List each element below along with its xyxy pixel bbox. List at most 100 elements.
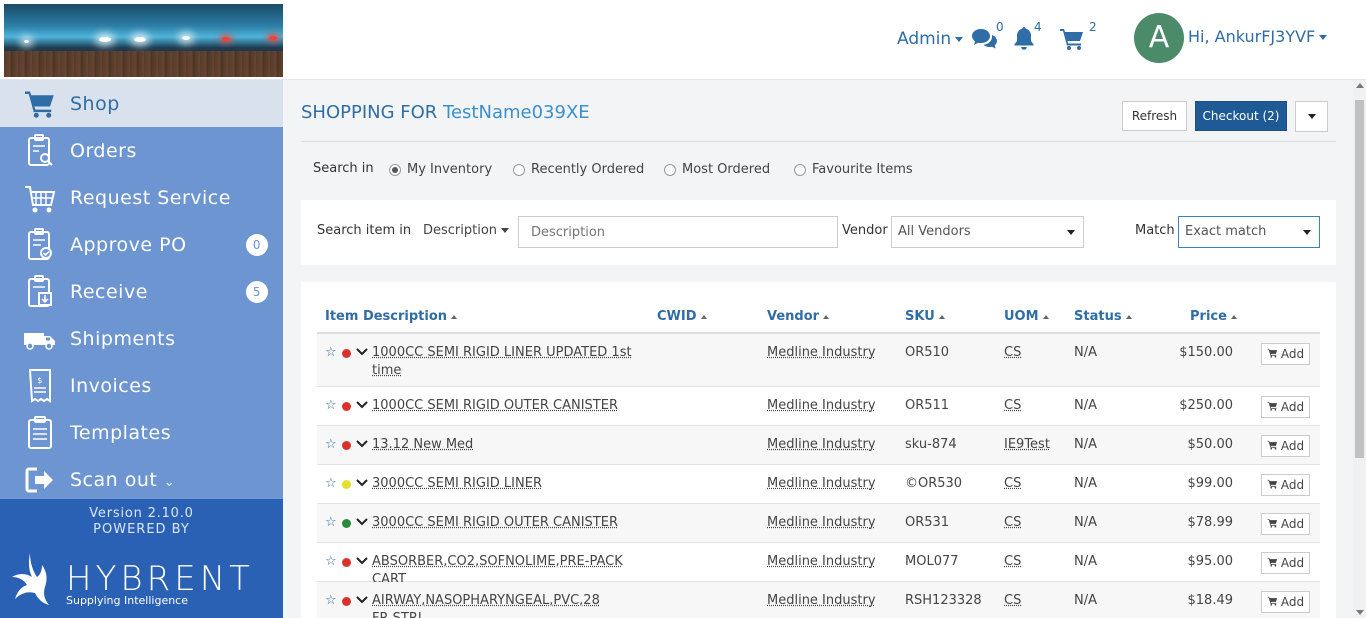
chevron-down-icon[interactable]: [356, 438, 368, 453]
sidebar-item-templates[interactable]: Templates: [0, 409, 283, 456]
favorite-star-icon[interactable]: ☆: [325, 437, 337, 452]
item-sku: OR531: [905, 515, 950, 530]
favorite-star-icon[interactable]: ☆: [325, 593, 337, 608]
item-description-link[interactable]: AIRWAY,NASOPHARYNGEAL,PVC,28 FR,STRL: [372, 592, 642, 618]
user-menu[interactable]: Hi, AnkurFJ3YVF: [1188, 27, 1328, 46]
checkout-button[interactable]: Checkout (2): [1195, 101, 1287, 131]
table-row: ☆ 3000CC SEMI RIGID LINER Medline Industry…: [317, 465, 1320, 504]
vendor-select[interactable]: All Vendors: [891, 216, 1084, 248]
item-description-link[interactable]: 1000CC SEMI RIGID LINER UPDATED 1st time: [372, 344, 642, 380]
more-options-button[interactable]: [1295, 101, 1328, 132]
item-vendor[interactable]: Medline Industry: [767, 398, 876, 413]
radio-favourite-items[interactable]: Favourite Items: [794, 162, 913, 177]
refresh-button[interactable]: Refresh: [1122, 101, 1187, 131]
sidebar-item-invoices[interactable]: $ Invoices: [0, 362, 283, 409]
item-uom[interactable]: CS: [1004, 554, 1021, 569]
sidebar-item-shop[interactable]: Shop: [0, 80, 283, 127]
column-header-price[interactable]: Price: [1190, 309, 1237, 324]
sidebar-item-scan-out[interactable]: Scan out ⌄: [0, 456, 283, 503]
column-header-status[interactable]: Status: [1074, 309, 1132, 324]
column-label: Item Description: [325, 309, 448, 324]
item-vendor[interactable]: Medline Industry: [767, 593, 876, 608]
item-uom[interactable]: CS: [1004, 515, 1021, 530]
vertical-scrollbar[interactable]: [1353, 80, 1366, 618]
column-header-item-description[interactable]: Item Description: [325, 309, 458, 324]
radio-label: Recently Ordered: [531, 162, 645, 177]
item-status: N/A: [1074, 593, 1097, 608]
match-select[interactable]: Exact match: [1178, 216, 1320, 248]
add-to-cart-button[interactable]: Add: [1261, 343, 1310, 365]
cart-icon: [1267, 595, 1278, 609]
items-table: Item Description CWID Vendor SKU UOM Sta…: [301, 282, 1336, 618]
favorite-star-icon[interactable]: ☆: [325, 554, 337, 569]
status-dot: [342, 558, 351, 567]
sidebar-item-label: Receive: [70, 280, 148, 303]
favorite-star-icon[interactable]: ☆: [325, 345, 337, 360]
item-uom[interactable]: IE9Test: [1004, 437, 1050, 452]
item-vendor[interactable]: Medline Industry: [767, 554, 876, 569]
cart-icon[interactable]: [1059, 27, 1085, 55]
comments-icon[interactable]: [971, 27, 999, 55]
item-uom[interactable]: CS: [1004, 398, 1021, 413]
search-field-dropdown[interactable]: Description: [423, 223, 510, 238]
template-icon: [22, 415, 58, 451]
chevron-down-icon[interactable]: [356, 399, 368, 414]
chevron-down-icon[interactable]: [356, 555, 368, 570]
sort-icon: [700, 314, 707, 319]
item-description-link[interactable]: 3000CC SEMI RIGID LINER: [372, 475, 642, 493]
sidebar-item-approve-po[interactable]: Approve PO 0: [0, 221, 283, 268]
column-header-uom[interactable]: UOM: [1004, 309, 1049, 324]
radio-label: Favourite Items: [812, 162, 913, 177]
chevron-down-icon[interactable]: [356, 346, 368, 361]
item-uom[interactable]: CS: [1004, 593, 1021, 608]
add-to-cart-button[interactable]: Add: [1261, 474, 1310, 496]
chevron-down-icon[interactable]: [356, 477, 368, 492]
item-vendor[interactable]: Medline Industry: [767, 345, 876, 360]
sort-icon: [1125, 314, 1132, 319]
admin-menu[interactable]: Admin: [897, 29, 964, 49]
radio-most-ordered[interactable]: Most Ordered: [664, 162, 770, 177]
item-vendor[interactable]: Medline Industry: [767, 437, 876, 452]
radio-button: [794, 163, 806, 176]
description-search-input[interactable]: [518, 216, 838, 248]
add-to-cart-button[interactable]: Add: [1261, 591, 1310, 613]
sidebar-item-request-service[interactable]: Request Service: [0, 174, 283, 221]
item-status: N/A: [1074, 345, 1097, 360]
add-to-cart-button[interactable]: Add: [1261, 435, 1310, 457]
item-description-link[interactable]: 13.12 New Med: [372, 436, 642, 454]
approve-clipboard-icon: [22, 227, 58, 263]
bell-icon[interactable]: [1012, 25, 1036, 55]
chevron-down-icon[interactable]: [356, 594, 368, 609]
favorite-star-icon[interactable]: ☆: [325, 476, 337, 491]
chevron-down-icon[interactable]: [356, 516, 368, 531]
table-row: ☆ 13.12 New Med Medline Industry sku-874 IE9…: [317, 426, 1320, 465]
avatar[interactable]: A: [1134, 13, 1184, 63]
top-header: Admin 0 4 2 A Hi, AnkurFJ3YVF: [0, 0, 1366, 80]
item-description-link[interactable]: 3000CC SEMI RIGID OUTER CANISTER: [372, 514, 642, 532]
column-header-cwid[interactable]: CWID: [657, 309, 707, 324]
sidebar-item-receive[interactable]: Receive 5: [0, 268, 283, 315]
table-row: ☆ 3000CC SEMI RIGID OUTER CANISTER Medline…: [317, 504, 1320, 543]
favorite-star-icon[interactable]: ☆: [325, 515, 337, 530]
radio-recently-ordered[interactable]: Recently Ordered: [513, 162, 644, 177]
column-header-vendor[interactable]: Vendor: [767, 309, 830, 324]
add-to-cart-button[interactable]: Add: [1261, 396, 1310, 418]
item-uom[interactable]: CS: [1004, 476, 1021, 491]
item-description-link[interactable]: 1000CC SEMI RIGID OUTER CANISTER: [372, 397, 642, 415]
sidebar-item-shipments[interactable]: Shipments: [0, 315, 283, 362]
item-uom[interactable]: CS: [1004, 345, 1021, 360]
radio-button: [389, 163, 401, 176]
notifications-count: 4: [1034, 20, 1042, 34]
add-to-cart-button[interactable]: Add: [1261, 552, 1310, 574]
item-vendor[interactable]: Medline Industry: [767, 515, 876, 530]
page-title: SHOPPING FOR TestName039XE: [301, 102, 590, 123]
column-header-sku[interactable]: SKU: [905, 309, 945, 324]
add-label: Add: [1280, 478, 1305, 492]
radio-my-inventory[interactable]: My Inventory: [389, 162, 492, 177]
receive-badge: 5: [246, 280, 268, 303]
item-vendor[interactable]: Medline Industry: [767, 476, 876, 491]
add-to-cart-button[interactable]: Add: [1261, 513, 1310, 535]
item-price: $150.00: [1179, 345, 1233, 360]
favorite-star-icon[interactable]: ☆: [325, 398, 337, 413]
sidebar-item-orders[interactable]: Orders: [0, 127, 283, 174]
